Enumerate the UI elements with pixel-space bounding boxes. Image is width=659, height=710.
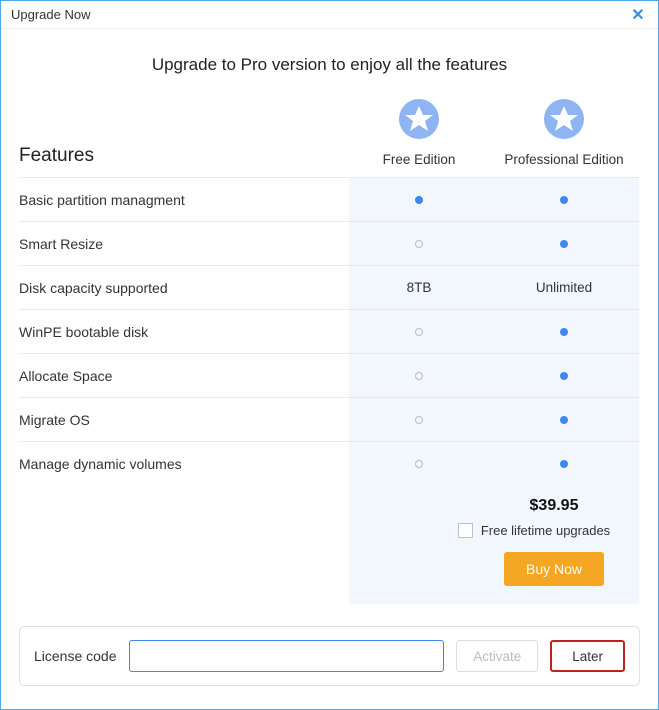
empty-dot-icon	[415, 416, 423, 424]
license-bar: License code Activate Later	[19, 626, 640, 686]
feature-table: Basic partition managment Smart Resize Dis…	[19, 177, 640, 485]
window-title: Upgrade Now	[11, 7, 91, 22]
activate-button[interactable]: Activate	[456, 640, 538, 672]
titlebar: Upgrade Now ✕	[1, 1, 658, 29]
check-dot-icon	[415, 196, 423, 204]
feature-label: Manage dynamic volumes	[19, 456, 349, 472]
price: $39.95	[469, 497, 639, 515]
features-title: Features	[19, 145, 349, 167]
table-row: Allocate Space	[19, 353, 640, 397]
license-input[interactable]	[129, 640, 445, 672]
lifetime-upgrades-option[interactable]: Free lifetime upgrades	[429, 523, 639, 538]
feature-label: Disk capacity supported	[19, 280, 349, 296]
check-dot-icon	[560, 240, 568, 248]
checkbox-icon[interactable]	[458, 523, 473, 538]
table-row: Disk capacity supported8TBUnlimited	[19, 265, 640, 309]
empty-dot-icon	[415, 372, 423, 380]
feature-cell-free: 8TB	[349, 266, 489, 309]
headline: Upgrade to Pro version to enjoy all the …	[19, 55, 640, 75]
content: Upgrade to Pro version to enjoy all the …	[1, 29, 658, 709]
feature-label: Allocate Space	[19, 368, 349, 384]
feature-cell-free	[349, 442, 489, 485]
later-button[interactable]: Later	[550, 640, 625, 672]
license-label: License code	[34, 648, 117, 664]
feature-cell-free	[349, 178, 489, 221]
feature-label: WinPE bootable disk	[19, 324, 349, 340]
check-dot-icon	[560, 328, 568, 336]
upgrade-dialog: Upgrade Now ✕ Upgrade to Pro version to …	[0, 0, 659, 710]
edition-free-label: Free Edition	[349, 152, 489, 167]
column-pro: Professional Edition	[489, 99, 639, 167]
feature-cell-free	[349, 354, 489, 397]
empty-dot-icon	[415, 240, 423, 248]
check-dot-icon	[560, 460, 568, 468]
table-row: WinPE bootable disk	[19, 309, 640, 353]
empty-dot-icon	[415, 328, 423, 336]
star-icon	[399, 99, 439, 139]
star-icon	[544, 99, 584, 139]
edition-pro-label: Professional Edition	[489, 152, 639, 167]
buy-now-button[interactable]: Buy Now	[504, 552, 604, 586]
column-free: Free Edition	[349, 99, 489, 167]
table-header: Features Free Edition Professional Editi…	[19, 99, 640, 177]
feature-cell-pro	[489, 178, 639, 221]
check-dot-icon	[560, 372, 568, 380]
table-row: Smart Resize	[19, 221, 640, 265]
feature-cell-free	[349, 310, 489, 353]
feature-cell-pro	[489, 398, 639, 441]
table-row: Migrate OS	[19, 397, 640, 441]
feature-label: Migrate OS	[19, 412, 349, 428]
table-row: Basic partition managment	[19, 177, 640, 221]
feature-cell-pro	[489, 442, 639, 485]
lifetime-upgrades-label: Free lifetime upgrades	[481, 523, 610, 538]
close-icon[interactable]: ✕	[628, 5, 648, 25]
feature-cell-pro: Unlimited	[489, 266, 639, 309]
feature-label: Basic partition managment	[19, 192, 349, 208]
check-dot-icon	[560, 416, 568, 424]
feature-cell-free	[349, 222, 489, 265]
feature-cell-pro	[489, 310, 639, 353]
table-row: Manage dynamic volumes	[19, 441, 640, 485]
feature-cell-pro	[489, 222, 639, 265]
empty-dot-icon	[415, 460, 423, 468]
pricing-block: $39.95 Free lifetime upgrades Buy Now	[19, 485, 640, 604]
feature-label: Smart Resize	[19, 236, 349, 252]
feature-cell-free	[349, 398, 489, 441]
feature-cell-pro	[489, 354, 639, 397]
check-dot-icon	[560, 196, 568, 204]
